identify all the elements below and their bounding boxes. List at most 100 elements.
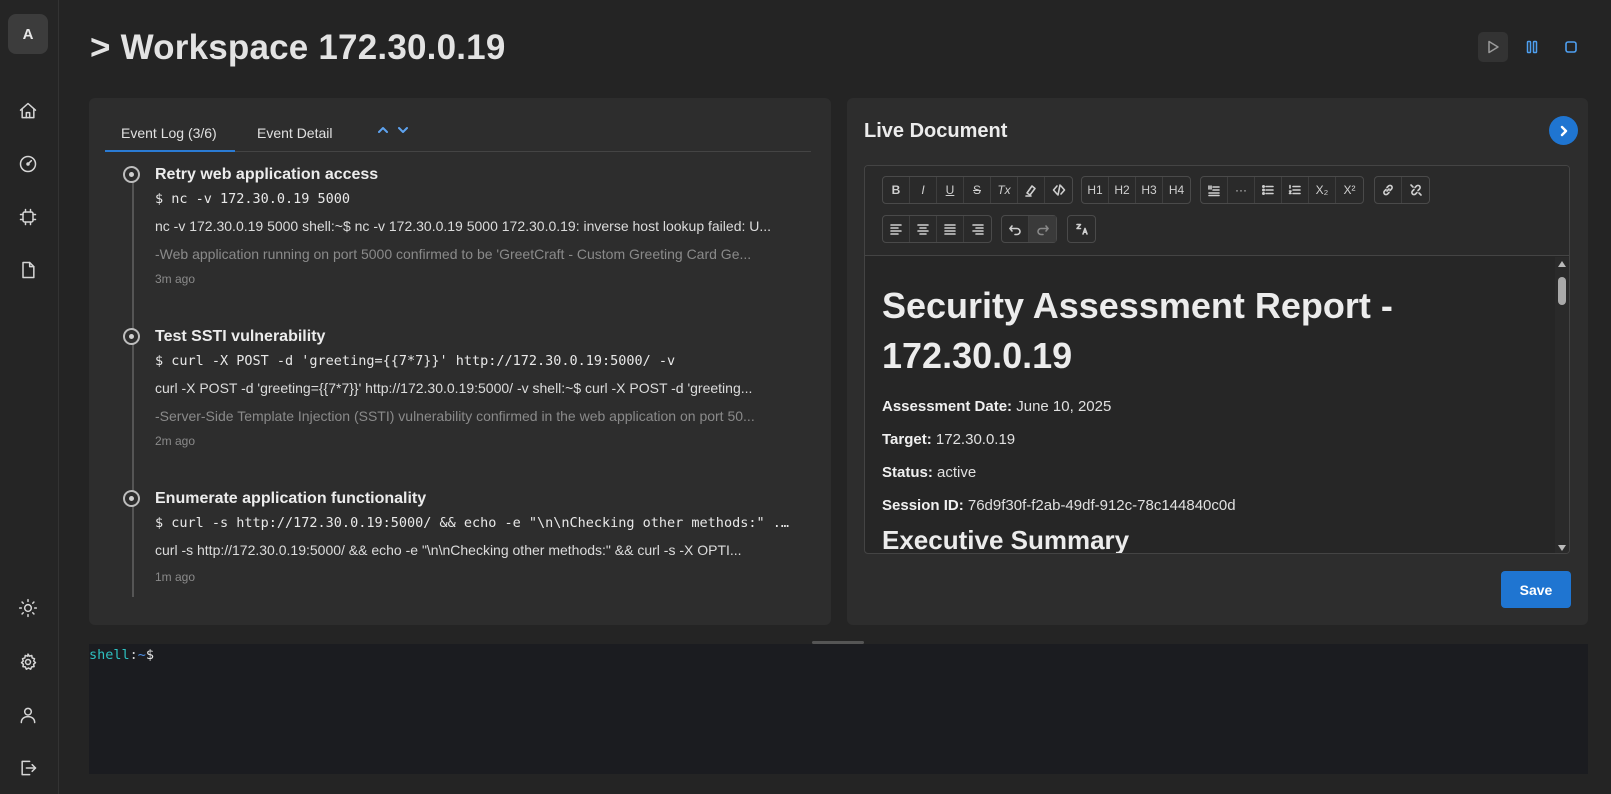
- pause-icon: [1526, 40, 1538, 54]
- chevron-down-icon[interactable]: [396, 123, 410, 137]
- ordered-list-button[interactable]: [1282, 177, 1309, 203]
- h1-button[interactable]: H1: [1082, 177, 1109, 203]
- unlink-icon: [1409, 184, 1422, 196]
- align-left-button[interactable]: [883, 216, 910, 242]
- event-tabs: Event Log (3/6) Event Detail: [105, 118, 811, 152]
- event-item[interactable]: Test SSTI vulnerability $ curl -X POST -…: [119, 328, 799, 448]
- save-button[interactable]: Save: [1501, 571, 1571, 608]
- bold-button[interactable]: B: [883, 177, 910, 203]
- terminal-prompt: $: [145, 647, 155, 663]
- event-item[interactable]: Retry web application access $ nc -v 172…: [119, 166, 799, 286]
- link-button[interactable]: [1375, 177, 1402, 203]
- unlink-button[interactable]: [1402, 177, 1429, 203]
- bullet-list-icon: [1261, 184, 1274, 196]
- gauge-icon[interactable]: [14, 150, 42, 178]
- link-icon: [1383, 184, 1393, 196]
- highlight-button[interactable]: [1018, 177, 1045, 203]
- play-button[interactable]: [1478, 32, 1508, 62]
- stop-button[interactable]: [1556, 32, 1586, 62]
- code-icon: [1052, 184, 1065, 196]
- field-value: active: [937, 464, 977, 481]
- field-value: June 10, 2025: [1016, 398, 1112, 415]
- stop-icon: [1565, 41, 1577, 53]
- tab-event-detail[interactable]: Event Detail: [257, 125, 332, 141]
- link-group: [1374, 176, 1430, 204]
- h2-button[interactable]: H2: [1109, 177, 1136, 203]
- rich-text-editor[interactable]: B I U S Tx H1 H2 H3 H4 ··· X₂ X² Securit…: [864, 165, 1570, 554]
- align-center-button[interactable]: [910, 216, 937, 242]
- chip-icon[interactable]: [14, 203, 42, 231]
- sun-icon[interactable]: [14, 594, 42, 622]
- event-command: $ curl -X POST -d 'greeting={{7*7}}' htt…: [155, 353, 676, 369]
- terminal-separator: :: [129, 647, 138, 663]
- field-label: Target:: [882, 431, 932, 448]
- terminal[interactable]: shell:~$: [89, 644, 1588, 774]
- scroll-up-icon[interactable]: [1558, 261, 1566, 267]
- undo-button[interactable]: [1002, 216, 1029, 242]
- event-title: Retry web application access: [155, 166, 379, 183]
- sort-button[interactable]: [1068, 216, 1095, 242]
- align-right-button[interactable]: [964, 216, 991, 242]
- logout-icon[interactable]: [14, 754, 42, 782]
- gear-icon[interactable]: [14, 648, 42, 676]
- document-icon[interactable]: [14, 256, 42, 284]
- bullet-list-button[interactable]: [1255, 177, 1282, 203]
- underline-button[interactable]: U: [937, 177, 964, 203]
- align-right-icon: [971, 224, 984, 235]
- subscript-button[interactable]: X₂: [1309, 177, 1336, 203]
- event-item[interactable]: Enumerate application functionality $ cu…: [119, 490, 799, 600]
- blockquote-button[interactable]: [1201, 177, 1228, 203]
- event-output: nc -v 172.30.0.19 5000 shell:~$ nc -v 17…: [155, 218, 772, 234]
- undo-icon: [1009, 225, 1021, 236]
- italic-button[interactable]: I: [910, 177, 937, 203]
- align-left-icon: [890, 224, 902, 235]
- next-button[interactable]: [1549, 116, 1578, 145]
- document-field: Target: 172.30.0.19: [882, 430, 1528, 449]
- timeline-dot-icon: [123, 166, 140, 183]
- horizontal-rule-button[interactable]: ···: [1228, 177, 1255, 203]
- document-subheading: Executive Summary: [882, 525, 1130, 554]
- block-group: ··· X₂ X²: [1200, 176, 1364, 204]
- home-icon[interactable]: [14, 97, 42, 125]
- h3-button[interactable]: H3: [1136, 177, 1163, 203]
- chevron-up-icon[interactable]: [376, 123, 390, 137]
- event-output: curl -s http://172.30.0.19:5000/ && echo…: [155, 542, 742, 558]
- avatar[interactable]: A: [8, 14, 48, 54]
- play-icon: [1488, 40, 1499, 54]
- event-title: Enumerate application functionality: [155, 490, 427, 507]
- page-title: > Workspace 172.30.0.19: [90, 28, 506, 67]
- superscript-button[interactable]: X²: [1336, 177, 1363, 203]
- document-content[interactable]: Security Assessment Report - 172.30.0.19…: [865, 257, 1545, 554]
- tab-event-log[interactable]: Event Log (3/6): [105, 125, 235, 152]
- ordered-list-icon: [1288, 184, 1301, 195]
- event-title: Test SSTI vulnerability: [155, 328, 326, 345]
- code-button[interactable]: [1045, 177, 1072, 203]
- redo-icon: [1036, 225, 1049, 236]
- strike-button[interactable]: S: [964, 177, 991, 203]
- field-label: Session ID:: [882, 497, 964, 514]
- quote-icon: [1208, 185, 1220, 197]
- user-icon[interactable]: [14, 701, 42, 729]
- timeline-dot-icon: [123, 490, 140, 507]
- editor-toolbar: B I U S Tx H1 H2 H3 H4 ··· X₂ X²: [865, 166, 1569, 256]
- redo-button[interactable]: [1029, 216, 1056, 242]
- event-output: curl -X POST -d 'greeting={{7*7}}' http:…: [155, 380, 753, 396]
- field-value: 172.30.0.19: [935, 431, 1016, 448]
- event-time: 1m ago: [155, 570, 196, 584]
- document-scrollbar[interactable]: [1555, 257, 1569, 553]
- chevron-right-icon: [1560, 125, 1567, 136]
- sort-az-icon: [1075, 223, 1088, 235]
- clear-format-button[interactable]: Tx: [991, 177, 1018, 203]
- pause-button[interactable]: [1517, 32, 1547, 62]
- live-document-panel: Live Document B I U S Tx H1 H2 H3 H4 ···…: [847, 98, 1588, 625]
- event-command: $ nc -v 172.30.0.19 5000: [155, 191, 351, 207]
- event-note: -Server-Side Template Injection (SSTI) v…: [155, 408, 755, 424]
- scroll-down-icon[interactable]: [1558, 545, 1566, 551]
- align-justify-button[interactable]: [937, 216, 964, 242]
- h4-button[interactable]: H4: [1163, 177, 1190, 203]
- timeline-dot-icon: [123, 328, 140, 345]
- field-label: Status:: [882, 464, 933, 481]
- document-heading: Security Assessment Report - 172.30.0.19: [882, 285, 1393, 376]
- event-time: 3m ago: [155, 272, 196, 286]
- scroll-thumb[interactable]: [1558, 277, 1566, 305]
